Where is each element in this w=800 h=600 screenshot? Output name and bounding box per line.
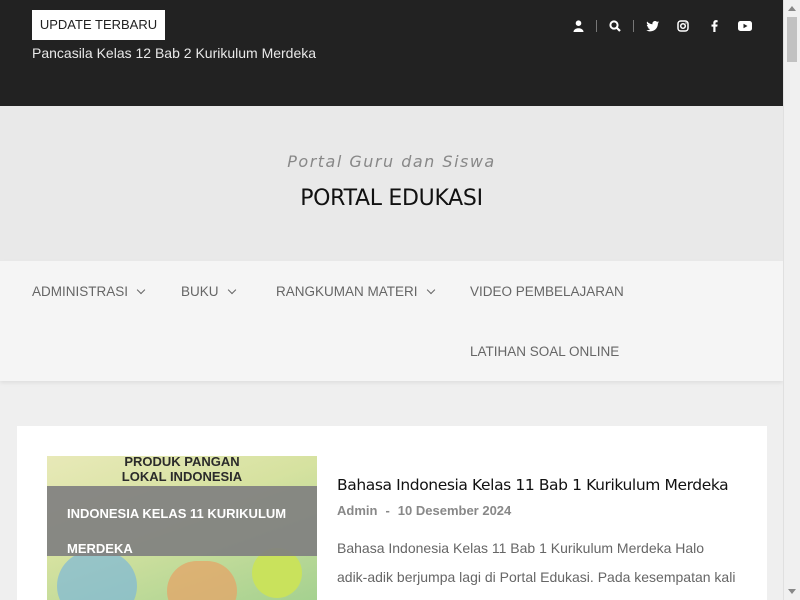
nav-item-label: VIDEO PEMBELAJARAN (470, 284, 624, 299)
update-badge[interactable]: UPDATE TERBARU (32, 10, 165, 40)
nav-item-label: BUKU (181, 284, 219, 299)
search-icon[interactable] (607, 18, 623, 34)
category-text: MERDEKA (67, 541, 133, 556)
main-navigation: ADMINISTRASI BUKU RANGKUMAN MATERI VIDEO… (0, 261, 783, 381)
post-date[interactable]: 10 Desember 2024 (398, 503, 511, 518)
youtube-icon[interactable] (737, 18, 753, 34)
chevron-down-icon (136, 285, 146, 294)
chevron-down-icon (227, 285, 236, 294)
site-tagline: Portal Guru dan Siswa (287, 152, 496, 171)
nav-item-administrasi[interactable]: ADMINISTRASI (32, 284, 146, 299)
post-meta: Admin -10 Desember 2024 (337, 503, 511, 518)
nav-item-label: ADMINISTRASI (32, 284, 129, 299)
user-icon[interactable] (570, 18, 586, 34)
social-icons (555, 16, 753, 36)
divider (596, 20, 597, 32)
page-scrollbar[interactable] (783, 0, 800, 600)
nav-item-label: RANGKUMAN MATERI (276, 284, 418, 299)
post-author[interactable]: Admin (337, 503, 377, 518)
scroll-up-arrow-icon[interactable] (788, 6, 796, 11)
nav-item-video-pembelajaran[interactable]: VIDEO PEMBELAJARAN (470, 284, 624, 299)
scrollbar-thumb[interactable] (787, 17, 797, 62)
divider (633, 20, 634, 32)
site-title[interactable]: PORTAL EDUKASI (0, 186, 783, 211)
post-title-link[interactable]: Bahasa Indonesia Kelas 11 Bab 1 Kurikulu… (337, 476, 729, 494)
nav-item-label: LATIHAN SOAL ONLINE (470, 344, 620, 359)
twitter-icon[interactable] (644, 18, 660, 34)
thumbnail-caption-line: PRODUK PANGAN (124, 456, 240, 469)
category-label[interactable]: INDONESIA KELAS 11 KURIKULUM MERDEKA (47, 486, 317, 556)
top-bar: UPDATE TERBARU Pancasila Kelas 12 Bab 2 … (0, 0, 783, 106)
thumbnail-caption-line: LOKAL INDONESIA (121, 469, 243, 484)
thumbnail-illustration (167, 561, 237, 600)
scroll-down-arrow-icon[interactable] (788, 589, 796, 594)
site-header: Portal Guru dan Siswa PORTAL EDUKASI (0, 106, 783, 261)
thumbnail-caption: PRODUK PANGAN LOKAL INDONESIA (47, 456, 317, 484)
nav-item-buku[interactable]: BUKU (181, 284, 236, 299)
post-excerpt: Bahasa Indonesia Kelas 11 Bab 1 Kurikulu… (337, 540, 736, 600)
post-card: PRODUK PANGAN LOKAL INDONESIA INDONESIA … (17, 426, 767, 600)
meta-separator: - (385, 503, 390, 518)
news-ticker-link[interactable]: Pancasila Kelas 12 Bab 2 Kurikulum Merde… (32, 45, 316, 61)
nav-item-rangkuman-materi[interactable]: RANGKUMAN MATERI (276, 284, 435, 299)
instagram-icon[interactable] (675, 18, 691, 34)
chevron-down-icon (426, 285, 435, 294)
category-text: INDONESIA KELAS 11 KURIKULUM (67, 506, 287, 521)
post-thumbnail[interactable]: PRODUK PANGAN LOKAL INDONESIA INDONESIA … (47, 456, 317, 600)
nav-item-latihan-soal-online[interactable]: LATIHAN SOAL ONLINE (470, 344, 619, 359)
facebook-icon[interactable] (706, 18, 722, 34)
